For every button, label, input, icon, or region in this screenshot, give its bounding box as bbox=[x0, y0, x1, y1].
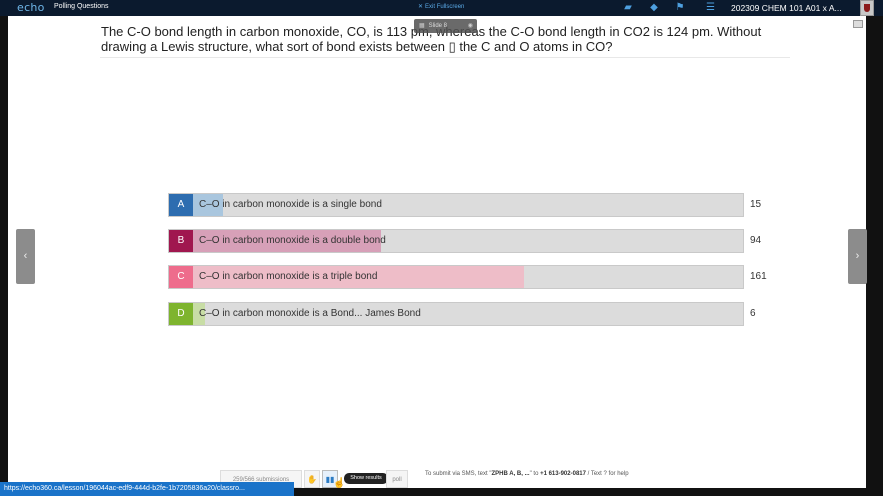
sms-number: +1 613-902-0817 bbox=[540, 471, 586, 477]
bookmark-icon[interactable]: ◆ bbox=[648, 2, 660, 14]
answer-count: 161 bbox=[750, 271, 767, 282]
answer-count: 94 bbox=[750, 235, 762, 246]
right-margin bbox=[866, 16, 883, 496]
sms-mid: " to bbox=[529, 471, 541, 477]
show-results-tooltip: Show results bbox=[344, 473, 388, 484]
course-title: 202309 CHEM 101 A01 x A... bbox=[731, 3, 842, 13]
question-divider bbox=[100, 57, 790, 58]
answer-letter: A bbox=[169, 194, 193, 216]
grid-icon: ▦ bbox=[419, 23, 425, 29]
exit-fullscreen-label: Exit Fullscreen bbox=[425, 4, 465, 10]
answer-text: C–O in carbon monoxide is a double bond bbox=[199, 235, 386, 246]
answer-option: B C–O in carbon monoxide is a double bond bbox=[168, 229, 744, 253]
sms-suffix: / Text ? for help bbox=[585, 471, 629, 477]
answer-text: C–O in carbon monoxide is a single bond bbox=[199, 199, 382, 210]
answer-option: D C–O in carbon monoxide is a Bond... Jam… bbox=[168, 302, 744, 326]
answer-count: 15 bbox=[750, 199, 762, 210]
echo-logo: echo bbox=[17, 1, 45, 14]
mouse-cursor-icon: ☝ bbox=[333, 478, 346, 489]
top-bar: echo Polling Questions ✕ Exit Fullscreen … bbox=[0, 0, 883, 16]
answer-option: C C–O in carbon monoxide is a triple bond bbox=[168, 265, 744, 289]
slide-canvas: The C-O bond length in carbon monoxide, … bbox=[8, 16, 866, 488]
answer-text: C–O in carbon monoxide is a Bond... Jame… bbox=[199, 308, 421, 319]
answer-letter: D bbox=[169, 303, 193, 325]
eye-icon: ◉ bbox=[467, 23, 473, 29]
sms-prefix: To submit via SMS, text " bbox=[425, 471, 492, 477]
menu-icon[interactable]: ☰ bbox=[706, 2, 718, 14]
answer-count: 6 bbox=[750, 308, 756, 319]
answer-letter: C bbox=[169, 266, 193, 288]
answer-letter: B bbox=[169, 230, 193, 252]
hand-icon[interactable]: ✋ bbox=[304, 470, 320, 488]
chat-icon[interactable]: ▰ bbox=[622, 2, 634, 14]
section-title: Polling Questions bbox=[54, 3, 109, 10]
status-bar-url: https://echo360.ca/lesson/196044ac-edf9-… bbox=[0, 482, 294, 496]
university-crest-logo bbox=[860, 0, 874, 16]
slide-label: Slide 8 bbox=[428, 23, 448, 29]
poll-button[interactable]: poll bbox=[386, 470, 408, 488]
next-slide-button[interactable]: › bbox=[848, 229, 867, 284]
sms-instructions: To submit via SMS, text "ZPHB A, B, ..."… bbox=[425, 470, 629, 478]
sms-code: ZPHB A, B, ... bbox=[491, 471, 530, 477]
slide-indicator[interactable]: ▦ Slide 8 ◉ bbox=[414, 19, 477, 33]
left-margin bbox=[0, 16, 8, 496]
answer-text: C–O in carbon monoxide is a triple bond bbox=[199, 271, 378, 282]
caption-toggle-icon[interactable] bbox=[853, 20, 863, 28]
answer-option: A C–O in carbon monoxide is a single bond bbox=[168, 193, 744, 217]
flag-icon[interactable]: ⚑ bbox=[674, 2, 686, 14]
prev-slide-button[interactable]: ‹ bbox=[16, 229, 35, 284]
exit-fullscreen-icon: ✕ bbox=[418, 4, 424, 10]
exit-fullscreen-button[interactable]: ✕ Exit Fullscreen bbox=[418, 3, 464, 10]
